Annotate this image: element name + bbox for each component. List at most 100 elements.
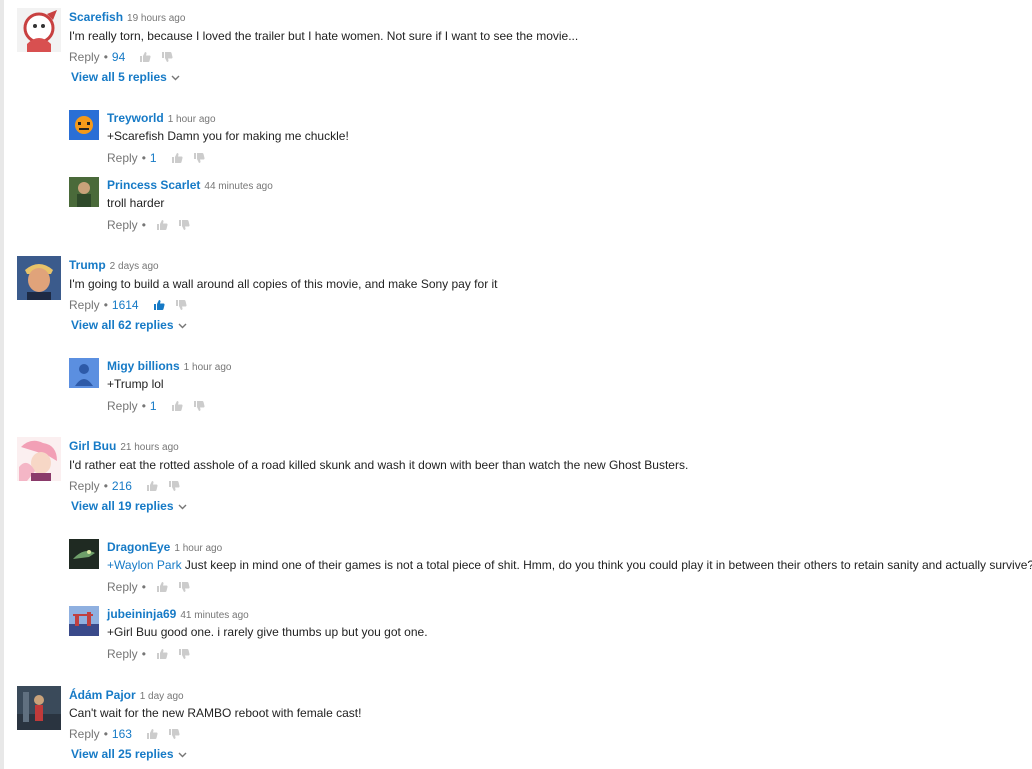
view-all-replies-link[interactable]: View all 5 replies (71, 70, 180, 84)
reply-button[interactable]: Reply (69, 727, 100, 741)
comment-header: Migy billions 1 hour ago (107, 359, 232, 373)
thumbs-down-icon[interactable] (178, 581, 190, 593)
reply-button[interactable]: Reply (107, 399, 138, 413)
thumbs-down-icon[interactable] (178, 648, 190, 660)
view-all-label: View all 19 replies (71, 499, 174, 513)
chevron-down-icon (171, 75, 180, 81)
reply-button[interactable]: Reply (107, 151, 138, 165)
view-all-replies-link[interactable]: View all 62 replies (71, 318, 187, 332)
timestamp[interactable]: 19 hours ago (127, 13, 185, 24)
thumbs-down-icon[interactable] (193, 152, 205, 164)
comment-actions: Reply • 1 (107, 399, 215, 413)
reply-button[interactable]: Reply (107, 218, 138, 232)
comment-thread: Scarefish 19 hours ago I'm really torn, b… (17, 8, 1017, 232)
comment-header: Girl Buu 21 hours ago (69, 439, 179, 453)
author-name[interactable]: DragonEye (107, 540, 170, 554)
separator-dot: • (103, 727, 108, 741)
avatar[interactable] (17, 256, 61, 300)
chevron-down-icon (178, 752, 187, 758)
like-count: 216 (111, 479, 132, 493)
comment-actions: Reply • 163 (69, 727, 190, 741)
comment-header: Ádám Pajor 1 day ago (69, 688, 184, 702)
thumbs-down-icon[interactable] (175, 299, 187, 311)
author-name[interactable]: Migy billions (107, 359, 180, 373)
avatar[interactable] (69, 110, 99, 140)
separator-dot: • (141, 218, 146, 232)
timestamp[interactable]: 1 hour ago (168, 114, 216, 125)
reply-button[interactable]: Reply (69, 479, 100, 493)
thumbs-up-icon[interactable] (156, 648, 168, 660)
comment-text: +Girl Buu good one. i rarely give thumbs… (107, 625, 428, 639)
author-name[interactable]: Trump (69, 258, 106, 272)
comment-thread: Girl Buu 21 hours ago I'd rather eat the … (17, 437, 1032, 677)
timestamp[interactable]: 1 hour ago (174, 543, 222, 554)
thumbs-down-icon[interactable] (168, 728, 180, 740)
separator-dot: • (141, 647, 146, 661)
timestamp[interactable]: 21 hours ago (120, 442, 178, 453)
timestamp[interactable]: 1 day ago (140, 691, 184, 702)
mention-link[interactable]: +Waylon Park (107, 558, 182, 572)
thumbs-down-icon[interactable] (161, 51, 173, 63)
timestamp[interactable]: 1 hour ago (184, 362, 232, 373)
author-name[interactable]: Princess Scarlet (107, 178, 200, 192)
reply-button[interactable]: Reply (69, 298, 100, 312)
comment-actions: Reply • (107, 580, 200, 594)
timestamp[interactable]: 41 minutes ago (180, 610, 248, 621)
comment-actions: Reply • 1614 (69, 298, 197, 312)
chevron-down-icon (178, 323, 187, 329)
comment-header: jubeininja69 41 minutes ago (107, 607, 249, 621)
author-name[interactable]: jubeininja69 (107, 607, 176, 621)
timestamp[interactable]: 44 minutes ago (204, 181, 272, 192)
mention-text: +Scarefish (107, 129, 165, 143)
comment-header: Trump 2 days ago (69, 258, 159, 272)
reply-body: lol (148, 377, 164, 391)
thumbs-down-icon[interactable] (193, 400, 205, 412)
author-name[interactable]: Treyworld (107, 111, 164, 125)
separator-dot: • (103, 50, 108, 64)
timestamp[interactable]: 2 days ago (110, 261, 159, 272)
separator-dot: • (141, 399, 146, 413)
thumbs-up-icon[interactable] (171, 152, 183, 164)
view-all-replies-link[interactable]: View all 25 replies (71, 747, 187, 761)
page-left-border (0, 0, 4, 769)
avatar[interactable] (69, 539, 99, 569)
avatar[interactable] (69, 606, 99, 636)
comment-actions: Reply • 1 (107, 151, 215, 165)
view-all-label: View all 5 replies (71, 70, 167, 84)
like-count: 1 (149, 151, 157, 165)
reply-button[interactable]: Reply (107, 647, 138, 661)
thumbs-up-icon[interactable] (156, 581, 168, 593)
comment-actions: Reply • (107, 647, 200, 661)
thumbs-down-icon[interactable] (178, 219, 190, 231)
thumbs-up-icon[interactable] (139, 51, 151, 63)
comment-thread: Ádám Pajor 1 day ago Can't wait for the n… (17, 686, 1017, 769)
comment-header: Princess Scarlet 44 minutes ago (107, 178, 273, 192)
mention-text: +Girl Buu (107, 625, 158, 639)
thumbs-up-icon[interactable] (146, 480, 158, 492)
author-name[interactable]: Scarefish (69, 10, 123, 24)
comment-thread: Trump 2 days ago I'm going to build a wal… (17, 256, 1017, 426)
reply-body: Damn you for making me chuckle! (164, 129, 349, 143)
avatar[interactable] (17, 437, 61, 481)
like-count: 94 (111, 50, 126, 64)
author-name[interactable]: Ádám Pajor (69, 688, 136, 702)
reply: Migy billions 1 hour ago +Trump lol Reply… (69, 358, 969, 418)
comment-text: Can't wait for the new RAMBO reboot with… (69, 706, 362, 720)
avatar[interactable] (17, 686, 61, 730)
reply-button[interactable]: Reply (107, 580, 138, 594)
thumbs-up-icon[interactable] (156, 219, 168, 231)
like-count: 1614 (111, 298, 139, 312)
thumbs-down-icon[interactable] (168, 480, 180, 492)
reply: DragonEye 1 hour ago +Waylon Park Just ke… (69, 539, 1032, 599)
thumbs-up-icon[interactable] (171, 400, 183, 412)
like-count: 163 (111, 727, 132, 741)
avatar[interactable] (69, 358, 99, 388)
thumbs-up-icon[interactable] (153, 299, 165, 311)
avatar[interactable] (69, 177, 99, 207)
thumbs-up-icon[interactable] (146, 728, 158, 740)
view-all-replies-link[interactable]: View all 19 replies (71, 499, 187, 513)
reply-button[interactable]: Reply (69, 50, 100, 64)
comment-actions: Reply • 216 (69, 479, 190, 493)
author-name[interactable]: Girl Buu (69, 439, 116, 453)
avatar[interactable] (17, 8, 61, 52)
